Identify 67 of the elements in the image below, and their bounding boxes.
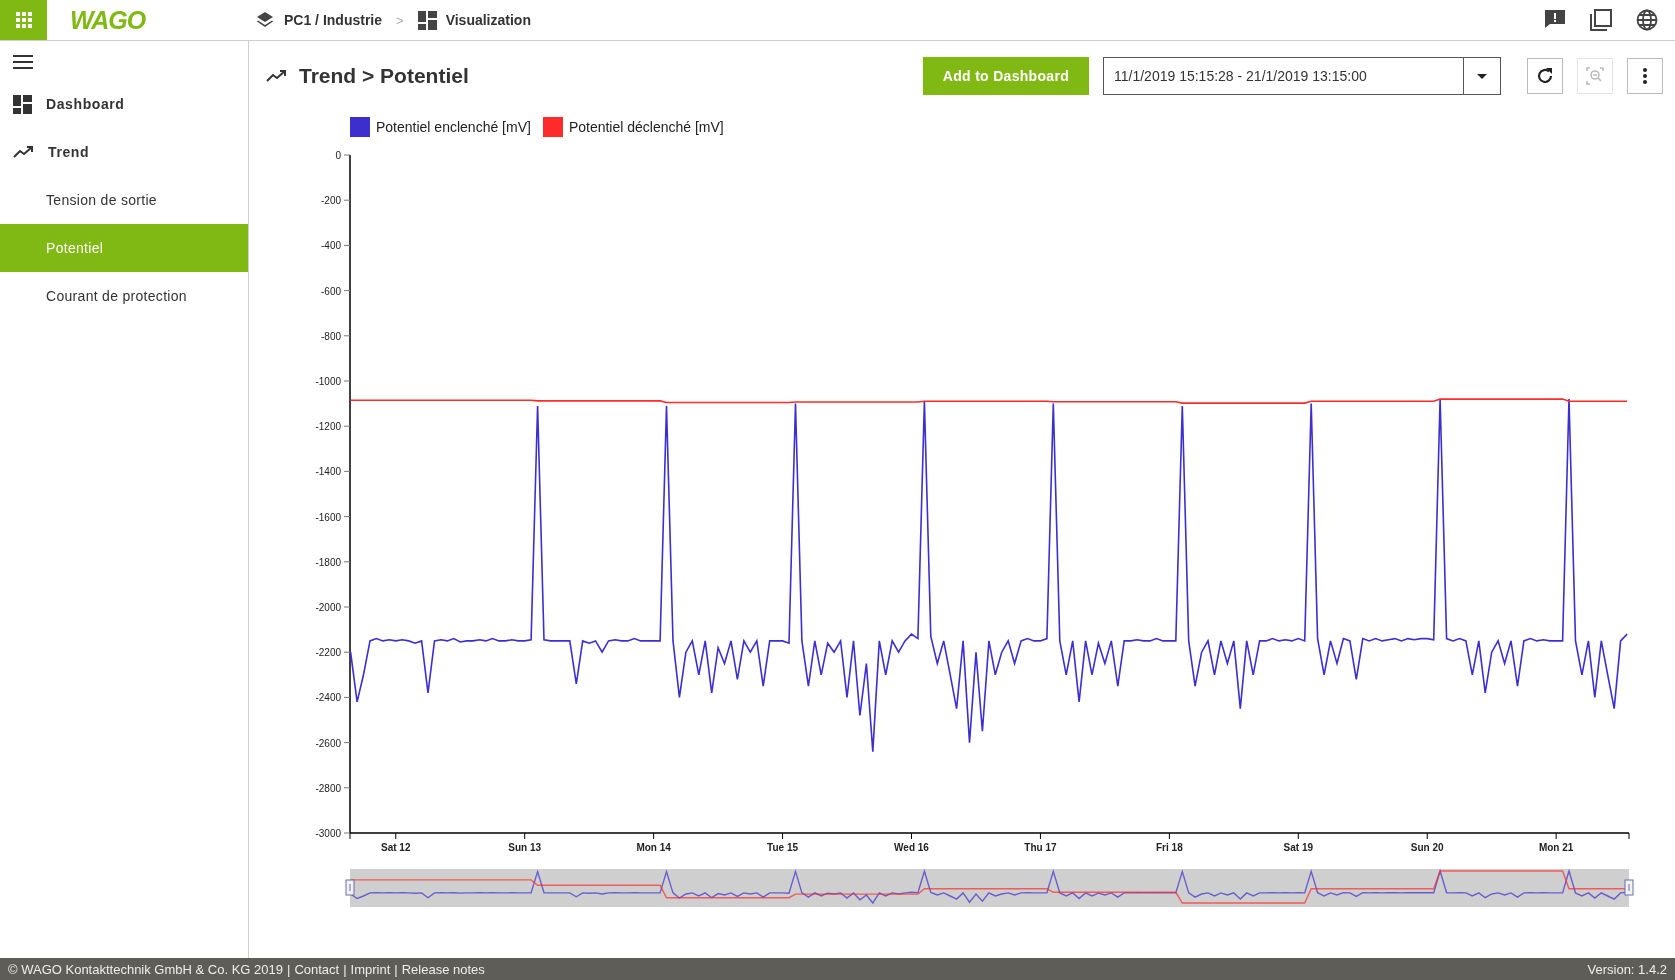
y-tick-label: -2000 [315, 602, 341, 613]
trend-icon [266, 70, 287, 82]
footer-link[interactable]: Imprint [350, 961, 391, 977]
dashboard-icon [417, 10, 437, 30]
x-tick-label: Mon 14 [636, 842, 671, 853]
refresh-button[interactable] [1527, 58, 1563, 94]
trend-icon [13, 146, 34, 158]
page-title: Trend > Potentiel [299, 64, 469, 88]
x-tick-label: Sat 19 [1283, 842, 1314, 853]
y-tick-label: -3000 [315, 828, 341, 839]
x-tick-label: Mon 21 [1538, 842, 1574, 853]
more-button[interactable] [1627, 58, 1663, 94]
y-tick-label: -2400 [315, 692, 341, 704]
link-separator: | [287, 961, 291, 977]
y-tick-label: -1000 [315, 376, 341, 387]
grid-icon [15, 12, 32, 28]
window-button[interactable] [1587, 6, 1615, 34]
footer-link[interactable]: Contact [294, 961, 340, 977]
sidebar-item[interactable]: Dashboard [0, 80, 248, 128]
x-tick-label: Sun 20 [1410, 842, 1444, 853]
version-text: Version: 1.4.2 [1587, 961, 1667, 977]
y-tick-label: -800 [321, 330, 341, 342]
y-tick-label: -1600 [315, 511, 341, 523]
footer-link[interactable]: Release notes [401, 961, 485, 977]
copyright-text: © WAGO Kontakttechnik GmbH & Co. KG 2019 [8, 961, 283, 977]
y-tick-label: -2200 [315, 647, 341, 659]
y-tick-label: -600 [321, 285, 341, 297]
legend-label[interactable]: Potentiel enclenché [mV] [376, 119, 531, 135]
x-tick-label: Sun 13 [508, 842, 542, 853]
date-range-field[interactable]: 11/1/2019 15:15:28 - 21/1/2019 13:15:00 [1103, 57, 1463, 95]
sidebar-subitem[interactable]: Courant de protection [0, 272, 248, 320]
layers-icon [255, 10, 275, 30]
breadcrumb-link[interactable]: PC1 / Industrie [284, 12, 383, 28]
dropdown-button[interactable] [1463, 57, 1501, 95]
x-tick-label: Sat 12 [381, 842, 411, 853]
breadcrumb-separator: > [396, 12, 404, 28]
refresh-icon [1536, 67, 1554, 85]
x-tick-label: Tue 15 [767, 842, 799, 853]
range-handle[interactable] [1624, 879, 1634, 896]
zoom-out-icon [1586, 67, 1604, 85]
y-tick-label: -1800 [315, 556, 341, 568]
y-tick-label: 0 [335, 150, 341, 161]
more-icon [1643, 68, 1647, 84]
legend-label[interactable]: Potentiel déclenché [mV] [568, 119, 724, 135]
x-tick-label: Fri 18 [1156, 842, 1183, 853]
link-separator: | [394, 961, 398, 977]
sidebar-item[interactable]: Trend [0, 128, 248, 176]
range-handle[interactable] [345, 879, 355, 896]
menu-icon [13, 55, 33, 69]
feedback-icon [1544, 9, 1566, 29]
globe-icon [1636, 9, 1658, 31]
link-separator: | [343, 961, 347, 977]
y-tick-label: -2600 [315, 737, 341, 749]
dashboard-icon [13, 94, 32, 114]
menu-button[interactable] [13, 55, 33, 69]
window-icon [1590, 9, 1612, 31]
y-tick-label: -200 [321, 195, 341, 207]
sidebar-subitem[interactable]: Tension de sortie [0, 176, 248, 224]
y-tick-label: -400 [321, 240, 341, 252]
breadcrumb-link[interactable]: Visualization [445, 12, 531, 28]
logo: WAGO [70, 5, 147, 35]
caret-icon [1477, 73, 1487, 79]
x-tick-label: Wed 16 [894, 842, 929, 853]
x-tick-label: Thu 17 [1024, 842, 1057, 853]
y-tick-label: -1400 [315, 466, 341, 478]
y-tick-label: -2800 [315, 782, 341, 794]
y-tick-label: -1200 [315, 421, 341, 433]
